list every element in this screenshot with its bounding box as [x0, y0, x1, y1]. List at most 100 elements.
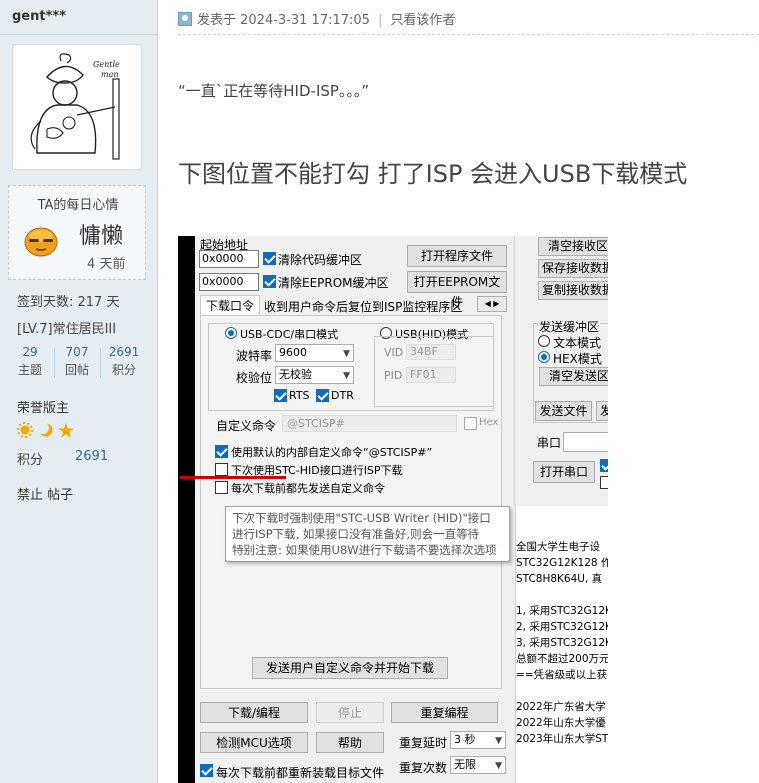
chevron-down-icon: ▼ [343, 349, 350, 359]
stop-button[interactable]: 停止 [316, 702, 384, 723]
post-meta: 发表于 2024-3-31 17:17:05 | 只看该作者 [178, 9, 455, 28]
quote-text: “一直`正在等待HID-ISP。。。” [178, 82, 370, 100]
usb-cdc-radio[interactable] [225, 327, 237, 339]
only-author-link[interactable]: 只看该作者 [390, 13, 455, 28]
hex-mode-radio[interactable] [538, 351, 550, 363]
sun-icon [17, 422, 33, 438]
hex-mode-label: HEX模式 [553, 352, 602, 366]
repeat-count-value: 无限 [454, 758, 476, 771]
send-before-download-checkbox[interactable] [215, 481, 228, 494]
vid-field[interactable]: 34BF [406, 344, 456, 360]
credit-value[interactable]: 2691 [75, 449, 108, 464]
open-eeprom-button[interactable]: 打开EEPROM文件 [407, 271, 507, 309]
sidebar-divider [0, 34, 158, 35]
avatar[interactable]: Gentle man [12, 44, 142, 170]
log-line: 2022年山东大学優 [516, 717, 606, 729]
attached-screenshot[interactable]: 起始地址 0x0000 清除代码缓冲区 打开程序文件 0x0000 清除EEPR… [178, 236, 608, 783]
repeat-count-label: 重复次数 [399, 761, 448, 775]
send-file-button[interactable]: 发送文件 [535, 401, 592, 421]
stat-credits[interactable]: 2691 积分 [101, 345, 147, 378]
mood-days: 4 天前 [87, 257, 126, 272]
repeat-delay-select[interactable]: 3 秒 ▼ [450, 731, 506, 749]
save-receive-button[interactable]: 保存接收数据 [538, 259, 608, 278]
honor-title: 荣誉版主 [17, 401, 70, 416]
reload-target-checkbox[interactable] [200, 764, 213, 777]
clear-eeprom-checkbox[interactable] [263, 275, 276, 288]
send-before-download-label: 每次下载前都先发送自定义命令 [231, 482, 385, 495]
baud-label: 波特率 [236, 349, 273, 363]
port-select[interactable] [563, 432, 608, 452]
repeat-delay-label: 重复延时 [399, 736, 448, 750]
baud-value: 9600 [279, 346, 307, 359]
chevron-down-icon: ▼ [495, 736, 502, 746]
download-program-button[interactable]: 下载/编程 [200, 702, 308, 723]
author-sidebar: gent*** Gentle man TA的每日心情 慵懒 4 天前 签到天数:… [0, 0, 158, 783]
post-headline: 下图位置不能打勾 打了ISP 会进入USB下载模式 [178, 160, 688, 188]
pid-field[interactable]: FF01 [406, 367, 456, 383]
daily-mood-box: TA的每日心情 慵懒 4 天前 [8, 185, 146, 280]
port-option-checkbox-2[interactable] [600, 476, 608, 489]
stat-label: 主题 [17, 363, 42, 377]
parity-label: 校验位 [236, 371, 273, 385]
dtr-checkbox[interactable] [316, 389, 329, 402]
help-button[interactable]: 帮助 [316, 732, 384, 753]
mood-title: TA的每日心情 [37, 198, 119, 213]
stat-value: 29 [22, 345, 38, 359]
custom-command-field[interactable]: @STCISP# [282, 415, 457, 432]
clear-send-button[interactable]: 清空发送区 [539, 367, 608, 386]
open-program-button[interactable]: 打开程序文件 [407, 245, 507, 267]
receive-log[interactable]: 全国大学生电子设 STC32G12K128 作 STC8H8K64U, 真 1,… [515, 506, 608, 783]
log-line: 2022年广东省大学 [516, 701, 606, 713]
stat-value: 707 [65, 345, 89, 359]
clear-code-checkbox[interactable] [263, 252, 276, 265]
log-line: 2, 采用STC32G12K [516, 621, 608, 633]
custom-command-label: 自定义命令 [216, 419, 277, 433]
reload-target-label: 每次下载前都重新装载目标文件 [216, 766, 385, 780]
rank-badges [17, 422, 74, 438]
tooltip-line: 进行ISP下载, 如果接口没有准备好,则会一直等待 [232, 527, 480, 541]
send-button-clipped[interactable]: 发 [596, 401, 608, 421]
chevron-down-icon: ▼ [495, 761, 502, 771]
vid-label: VID [384, 346, 404, 359]
stat-replies[interactable]: 707 回帖 [54, 345, 100, 378]
stat-topics[interactable]: 29 主题 [7, 345, 53, 378]
use-default-command-checkbox[interactable] [215, 445, 228, 458]
log-line: 2023年山东大学ST [516, 733, 608, 745]
tab-reset-isp[interactable]: 收到用户命令后复位到ISP监控程序区 [264, 298, 462, 315]
send-command-and-download-button[interactable]: 发送用户自定义命令并开始下载 [252, 657, 448, 679]
text-mode-radio[interactable] [538, 335, 550, 347]
repeat-count-select[interactable]: 无限 ▼ [450, 756, 506, 774]
clear-eeprom-label: 清除EEPROM缓冲区 [278, 276, 389, 290]
tab-scroll-arrows[interactable]: ◀ ▶ [477, 296, 507, 312]
open-port-button[interactable]: 打开串口 [533, 461, 595, 483]
user-level[interactable]: [LV.7]常住居民III [17, 318, 116, 337]
tab-download-password[interactable]: 下载口令 [200, 295, 260, 317]
port-label: 串口 [537, 436, 562, 450]
log-line: ==凭省级或以上获 [516, 669, 608, 681]
parity-select[interactable]: 无校验 ▼ [275, 366, 354, 384]
tooltip-line: 特别注意: 如果使用U8W进行下载请不要选择次选项 [232, 543, 497, 557]
clear-receive-button[interactable]: 清空接收区 [538, 237, 608, 256]
svg-text:man: man [101, 70, 119, 79]
log-line: 3, 采用STC32G12K [516, 637, 608, 649]
eeprom-address-field[interactable]: 0x0000 [199, 273, 259, 291]
detect-mcu-button[interactable]: 检测MCU选项 [200, 732, 308, 753]
chevron-down-icon: ▼ [343, 371, 350, 381]
copy-receive-button[interactable]: 复制接收数据 [538, 281, 608, 300]
baud-select[interactable]: 9600 ▼ [275, 344, 354, 362]
port-option-checkbox[interactable] [600, 459, 608, 472]
code-address-field[interactable]: 0x0000 [199, 250, 259, 268]
author-username[interactable]: gent*** [12, 9, 66, 24]
moderation-links[interactable]: 禁止 帖子 [17, 484, 73, 503]
next-hid-isp-checkbox[interactable] [215, 463, 228, 476]
repeat-program-button[interactable]: 重复编程 [391, 702, 498, 723]
avatar-drawing: Gentle man [17, 49, 137, 165]
tooltip: 下次下载时强制使用"STC-USB Writer (HID)"接口 进行ISP下… [225, 506, 510, 562]
rts-checkbox[interactable] [274, 389, 287, 402]
hex-checkbox[interactable] [464, 417, 477, 430]
log-line: STC8H8K64U, 真 [516, 573, 603, 585]
meta-separator: | [377, 13, 383, 28]
lazy-mood-icon [24, 227, 58, 257]
